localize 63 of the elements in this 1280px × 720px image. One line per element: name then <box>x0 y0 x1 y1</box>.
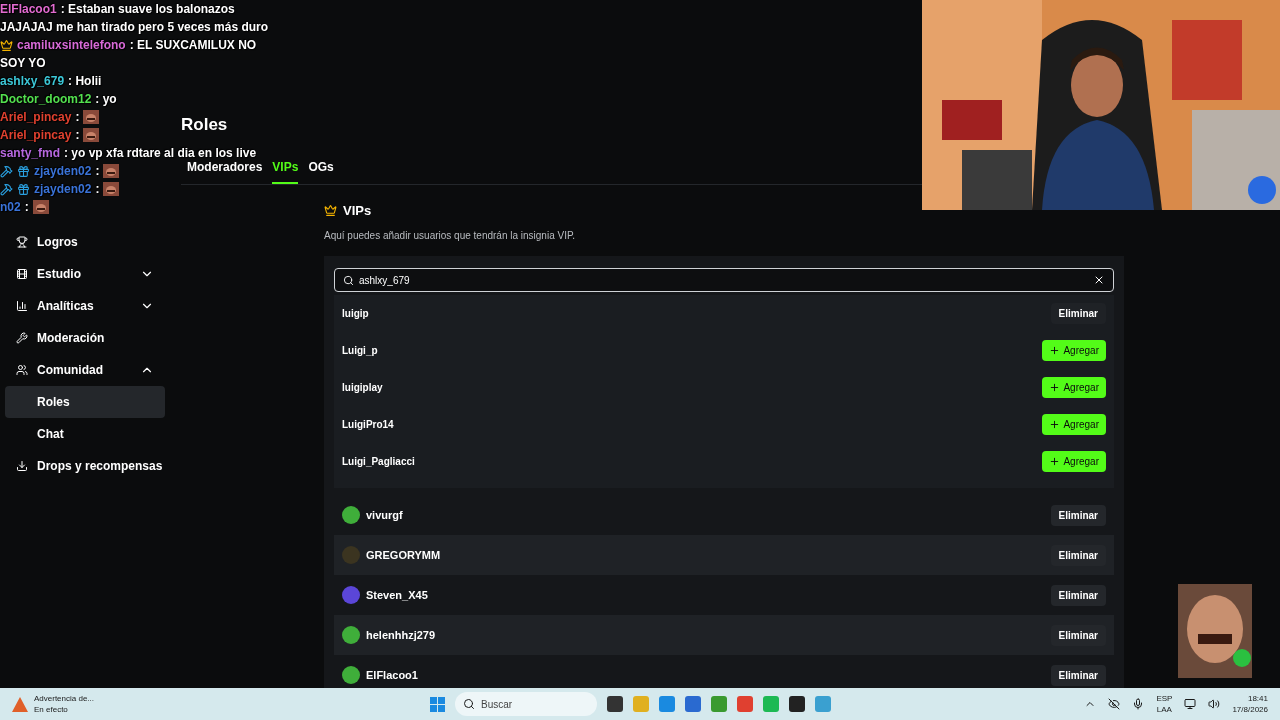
add-button[interactable]: Agregar <box>1042 340 1106 361</box>
sidebar-item[interactable]: Analíticas <box>0 290 170 322</box>
clock-time[interactable]: 18:41 <box>1247 693 1268 704</box>
remove-button[interactable]: Eliminar <box>1050 584 1106 606</box>
chat-username: camiluxsintelefono <box>17 37 126 54</box>
layout-label[interactable]: LAA <box>1156 704 1172 715</box>
chat-message: : <box>75 127 80 144</box>
search-input[interactable]: ashlxy_679 <box>359 272 1088 288</box>
chat-username: n02 <box>0 199 21 216</box>
remove-button[interactable]: Eliminar <box>1050 624 1106 646</box>
remove-button[interactable]: Eliminar <box>1050 664 1106 686</box>
sidebar-item[interactable]: Moderación <box>0 322 170 354</box>
vip-username: GREGORYMM <box>366 547 442 563</box>
add-button[interactable]: Agregar <box>1042 451 1106 472</box>
chat-username: santy_fmd <box>0 145 61 162</box>
remove-button[interactable]: Eliminar <box>1050 544 1106 566</box>
result-username: Luigi_p <box>342 344 379 358</box>
chat-message: : <box>75 109 80 126</box>
chat-username: ashlxy_679 <box>0 73 65 90</box>
chat-username: zjayden02 <box>34 181 92 198</box>
remove-button[interactable]: Eliminar <box>1050 504 1106 526</box>
add-button[interactable]: Agregar <box>1042 377 1106 398</box>
page-title: Roles <box>180 114 229 136</box>
vip-username: helenhhzj279 <box>366 627 437 643</box>
weather-subtitle: En efecto <box>34 704 69 715</box>
search-field[interactable]: ashlxy_679 <box>334 268 1114 292</box>
chat-message: : <box>95 181 100 198</box>
result-username: luigip <box>342 307 370 321</box>
section-title: VIPs <box>343 201 372 220</box>
weather-title: Advertencia de... <box>34 693 95 704</box>
add-button[interactable]: Agregar <box>1042 414 1106 435</box>
sidebar-subitem[interactable]: Chat <box>5 418 165 450</box>
chat-message: JAJAJAJ me han tirado pero 5 veces más duro <box>0 19 269 36</box>
clock-date[interactable]: 17/8/2026 <box>1232 704 1268 715</box>
chat-message: : EL SUXCAMILUX NO <box>129 37 257 54</box>
chat-username: zjayden02 <box>34 163 92 180</box>
chat-message: : Holii <box>68 73 102 90</box>
sidebar-item[interactable]: Estudio <box>0 258 170 290</box>
sidebar-subitem[interactable]: Roles <box>5 386 165 418</box>
chat-message: : <box>95 163 100 180</box>
chat-message: SOY YO <box>0 55 46 72</box>
chat-message: : yo <box>95 91 117 108</box>
vip-username: Steven_X45 <box>366 587 429 603</box>
tab[interactable]: VIPs <box>272 157 299 184</box>
chat-username: Ariel_pincay <box>0 127 72 144</box>
vip-username: vivurgf <box>366 507 404 523</box>
chat-username: Ariel_pincay <box>0 109 72 126</box>
chat-username: Doctor_doom12 <box>0 91 92 108</box>
sidebar-item[interactable]: Comunidad <box>0 354 170 386</box>
result-username: luigiplay <box>342 381 384 395</box>
sidebar-item[interactable]: Drops y recompensas <box>0 450 170 482</box>
vip-username: ElFlacoo1 <box>366 667 419 683</box>
taskbar-search[interactable]: Buscar <box>455 692 597 716</box>
result-username: LuigiPro14 <box>342 418 395 432</box>
chat-message: : <box>24 199 29 216</box>
remove-button[interactable]: Eliminar <box>1050 303 1106 324</box>
language-label[interactable]: ESP <box>1156 693 1173 704</box>
sidebar-item[interactable]: Logros <box>0 226 170 258</box>
chat-username: ElFlacoo1 <box>0 1 57 18</box>
chat-message: : Estaban suave los balonazos <box>60 1 235 18</box>
section-description: Aquí puedes añadir usuarios que tendrán la insignia VIP. <box>324 229 577 243</box>
tab[interactable]: OGs <box>308 157 334 184</box>
result-username: Luigi_Pagliacci <box>342 455 416 469</box>
